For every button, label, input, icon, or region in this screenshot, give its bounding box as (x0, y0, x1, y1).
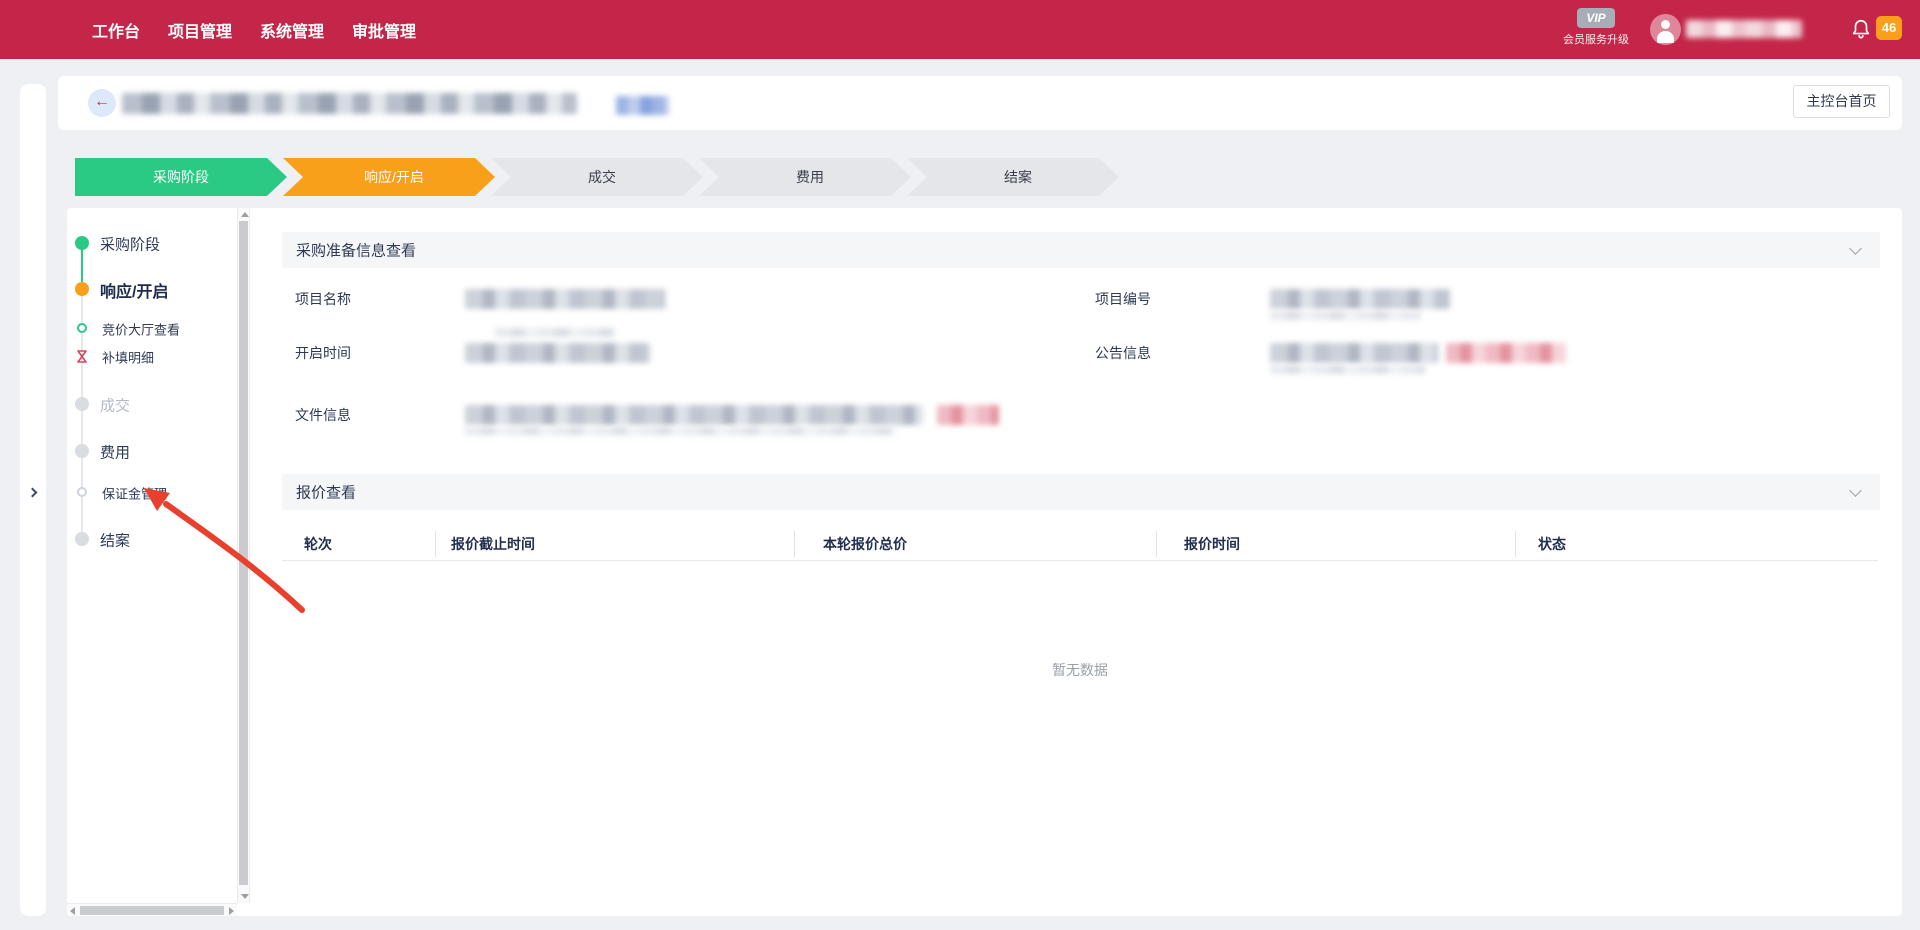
collapse-chevron-down-icon[interactable] (1849, 242, 1862, 255)
bell-icon[interactable] (1850, 17, 1872, 41)
vip-caption: 会员服务升级 (1558, 31, 1634, 47)
status-dot-active (75, 282, 89, 296)
sidebar-item-close-case[interactable]: 结案 (100, 530, 130, 551)
expand-panel-chevron-right-icon[interactable] (28, 488, 38, 498)
column-divider (1515, 531, 1516, 557)
back-icon: ← (94, 93, 110, 110)
collapse-chevron-down-icon[interactable] (1849, 484, 1862, 497)
notification-count-badge[interactable]: 46 (1876, 16, 1902, 40)
status-dot-pending (75, 444, 89, 458)
scroll-up-arrow-icon[interactable] (241, 212, 249, 217)
nav-item-workbench[interactable]: 工作台 (92, 18, 140, 42)
field-label-open-time: 开启时间 (295, 343, 351, 363)
step-fee[interactable]: 费用 (699, 158, 911, 196)
sidebar-item-fee[interactable]: 费用 (100, 442, 130, 463)
field-label-project-name: 项目名称 (295, 289, 351, 309)
status-dot-pending (75, 532, 89, 546)
page-header-card: ← 主控台首页 (58, 76, 1902, 130)
project-number-value-redacted (1270, 289, 1450, 309)
status-ring-bidding-hall (77, 323, 87, 333)
sidebar-item-deposit-management[interactable]: 保证金管理 (102, 484, 167, 503)
empty-data-text: 暂无数据 (282, 660, 1878, 680)
field-label-file-info: 文件信息 (295, 405, 351, 425)
sidebar-horizontal-scrollbar[interactable] (67, 903, 237, 916)
file-info-value-redacted-line2 (465, 427, 895, 435)
top-navbar: 工作台 项目管理 系统管理 审批管理 VIP 会员服务升级 46 (0, 0, 1920, 59)
column-divider (794, 531, 795, 557)
sidebar-item-purchase-stage[interactable]: 采购阶段 (100, 234, 160, 255)
nav-item-approval-management[interactable]: 审批管理 (352, 18, 416, 42)
scroll-right-arrow-icon[interactable] (229, 907, 234, 915)
status-chip-redacted (616, 96, 669, 115)
open-time-value-redacted (465, 343, 650, 363)
announcement-link-redacted (1446, 343, 1566, 363)
field-label-announcement-info: 公告信息 (1095, 343, 1151, 363)
scrollbar-corner (237, 903, 250, 916)
column-header-round-total: 本轮报价总价 (823, 534, 907, 554)
vertical-scrollbar-thumb[interactable] (239, 221, 248, 885)
section-quote-view-title: 报价查看 (296, 482, 356, 503)
project-number-value-redacted-line2 (1270, 311, 1420, 320)
section-quote-view-header[interactable]: 报价查看 (282, 474, 1880, 510)
procurement-project-page: 工作台 项目管理 系统管理 审批管理 VIP 会员服务升级 46 ← 主控台首页… (0, 0, 1920, 930)
sidebar-item-deal[interactable]: 成交 (100, 395, 130, 416)
step-response-open[interactable]: 响应/开启 (283, 158, 495, 196)
file-info-value-redacted (465, 405, 923, 425)
step-deal[interactable]: 成交 (491, 158, 703, 196)
vip-upgrade[interactable]: VIP 会员服务升级 (1558, 8, 1634, 47)
column-divider (435, 531, 436, 557)
sidebar-item-response-open[interactable]: 响应/开启 (100, 278, 168, 302)
console-home-button[interactable]: 主控台首页 (1793, 85, 1890, 118)
file-info-link-redacted (937, 405, 999, 425)
status-dot-done (75, 236, 89, 250)
open-time-value-redacted-line0 (495, 328, 615, 337)
user-avatar[interactable] (1650, 14, 1681, 45)
back-button[interactable]: ← (88, 89, 116, 117)
column-divider (1156, 531, 1157, 557)
status-ring-deposit (77, 487, 87, 497)
main-panel: 采购准备信息查看 项目名称 项目编号 开启时间 公告信息 文件信息 报价查看 (250, 208, 1902, 916)
column-header-quote-time: 报价时间 (1184, 534, 1240, 554)
content-card: 采购阶段 响应/开启 竞价大厅查看 补填明细 成交 费用 保证金管理 结案 (67, 208, 1902, 916)
project-title-redacted (122, 93, 577, 114)
column-header-status: 状态 (1538, 534, 1566, 554)
table-header-border (282, 560, 1878, 561)
step-close-case[interactable]: 结案 (907, 158, 1119, 196)
project-name-value-redacted (465, 289, 665, 309)
sidebar-vertical-scrollbar[interactable] (237, 208, 250, 903)
collapsed-panel (20, 84, 46, 916)
announcement-value-redacted (1270, 343, 1438, 363)
status-dot-disabled (75, 397, 89, 411)
nav-item-system-management[interactable]: 系统管理 (260, 18, 324, 42)
step-purchase-stage[interactable]: 采购阶段 (75, 158, 287, 196)
username-redacted (1686, 20, 1802, 38)
column-header-quote-deadline: 报价截止时间 (451, 534, 535, 554)
announcement-value-redacted-line2 (1270, 365, 1425, 374)
main-menu: 工作台 项目管理 系统管理 审批管理 (92, 0, 416, 59)
sidebar-item-fill-details[interactable]: 补填明细 (102, 348, 154, 367)
sidebar-item-bidding-hall-view[interactable]: 竞价大厅查看 (102, 320, 180, 339)
column-header-round: 轮次 (304, 534, 332, 554)
section-purchase-prep-header[interactable]: 采购准备信息查看 (282, 232, 1880, 268)
horizontal-scrollbar-thumb[interactable] (80, 906, 224, 915)
vip-icon: VIP (1577, 8, 1615, 28)
hourglass-icon (75, 349, 89, 364)
scroll-left-arrow-icon[interactable] (70, 907, 75, 915)
field-label-project-number: 项目编号 (1095, 289, 1151, 309)
nav-item-project-management[interactable]: 项目管理 (168, 18, 232, 42)
section-purchase-prep-title: 采购准备信息查看 (296, 240, 416, 261)
scroll-down-arrow-icon[interactable] (241, 894, 249, 899)
